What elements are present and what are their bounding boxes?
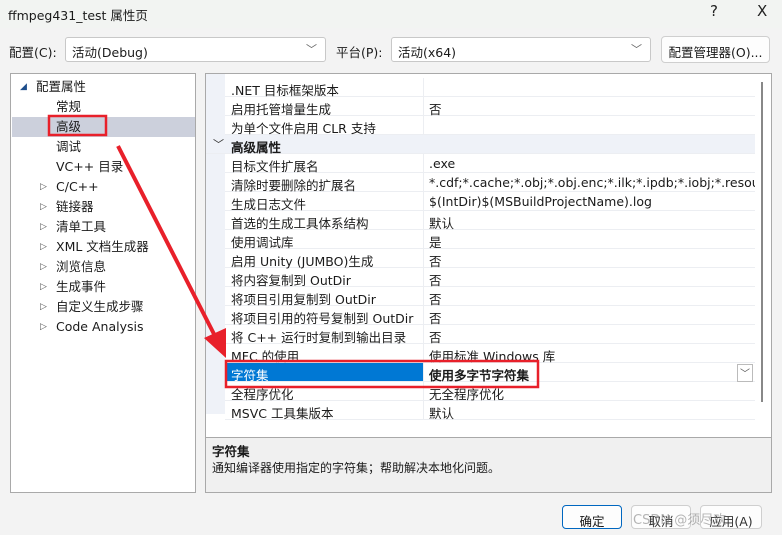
annotation-arrow: [116, 145, 218, 339]
annotation-overlay: [47, 114, 540, 389]
annotation-box-charset: [224, 359, 540, 389]
annotation-box-advanced: [47, 114, 108, 137]
